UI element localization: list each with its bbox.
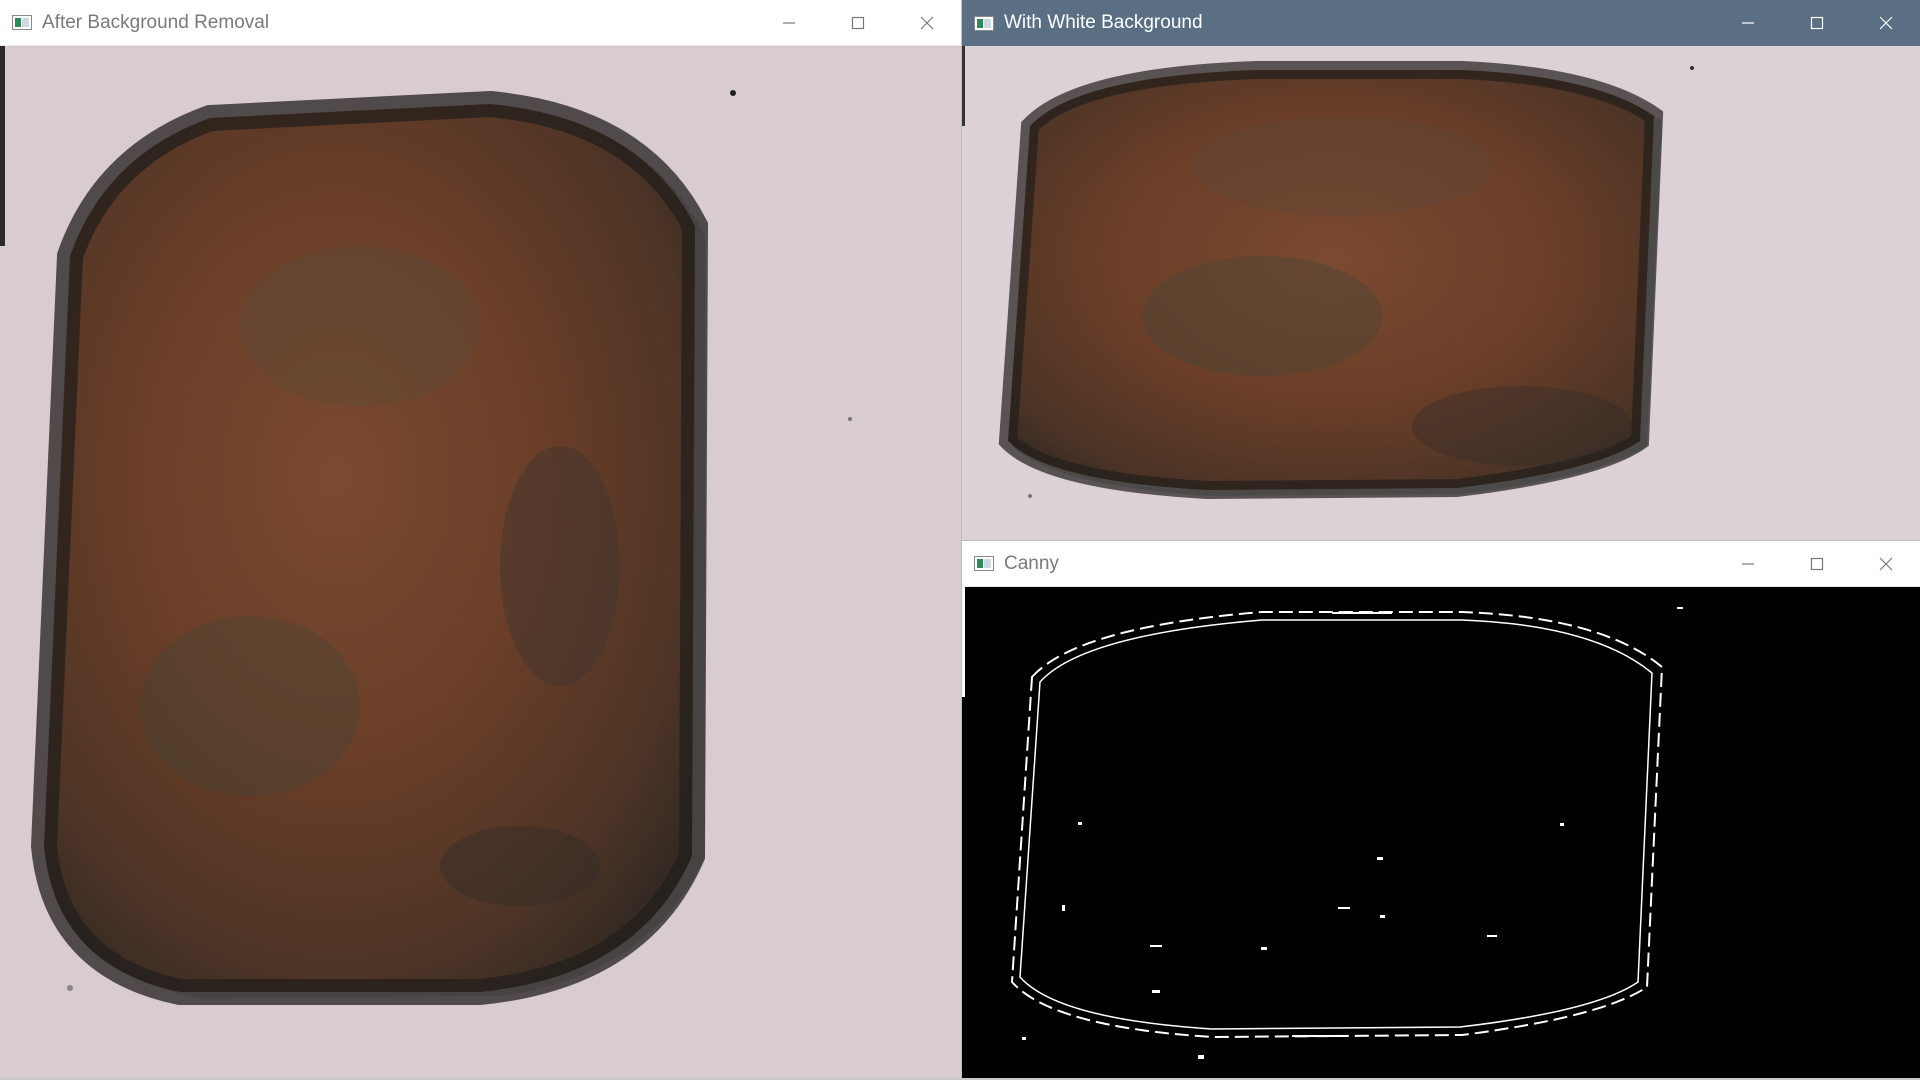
close-button[interactable] <box>1851 0 1920 46</box>
minimize-icon <box>782 21 795 24</box>
close-icon <box>1879 16 1892 30</box>
image-canvas <box>962 46 1920 540</box>
window-title: With White Background <box>1004 12 1203 33</box>
window-controls <box>1713 0 1920 46</box>
window-after-background-removal: After Background Removal <box>0 0 962 1080</box>
close-icon <box>920 16 933 29</box>
titlebar[interactable]: Canny <box>962 541 1920 587</box>
image-canvas <box>962 587 1920 1080</box>
rusted-plate-white-bg-image <box>962 46 1920 540</box>
image-canvas <box>0 46 961 1080</box>
rusted-plate-image <box>0 46 961 1080</box>
minimize-button[interactable] <box>754 0 823 45</box>
app-image-icon <box>974 556 994 571</box>
window-with-white-background: With White Background <box>962 0 1920 540</box>
window-controls <box>1713 541 1920 586</box>
minimize-icon <box>1741 562 1754 565</box>
minimize-button[interactable] <box>1713 0 1782 46</box>
window-title: After Background Removal <box>42 11 270 33</box>
maximize-icon <box>1810 557 1823 570</box>
maximize-button[interactable] <box>1782 541 1851 586</box>
window-canny: Canny <box>962 540 1920 1080</box>
close-button[interactable] <box>892 0 961 45</box>
maximize-icon <box>1810 16 1823 30</box>
window-title: Canny <box>1004 552 1059 574</box>
minimize-button[interactable] <box>1713 541 1782 586</box>
close-icon <box>1879 557 1892 570</box>
maximize-button[interactable] <box>823 0 892 45</box>
maximize-icon <box>851 16 864 29</box>
app-image-icon <box>974 15 994 31</box>
close-button[interactable] <box>1851 541 1920 586</box>
canny-edge-image <box>962 587 1920 1080</box>
minimize-icon <box>1741 22 1754 24</box>
maximize-button[interactable] <box>1782 0 1851 46</box>
titlebar[interactable]: After Background Removal <box>0 0 961 46</box>
titlebar[interactable]: With White Background <box>962 0 1920 46</box>
window-controls <box>754 0 961 45</box>
app-image-icon <box>12 15 32 30</box>
